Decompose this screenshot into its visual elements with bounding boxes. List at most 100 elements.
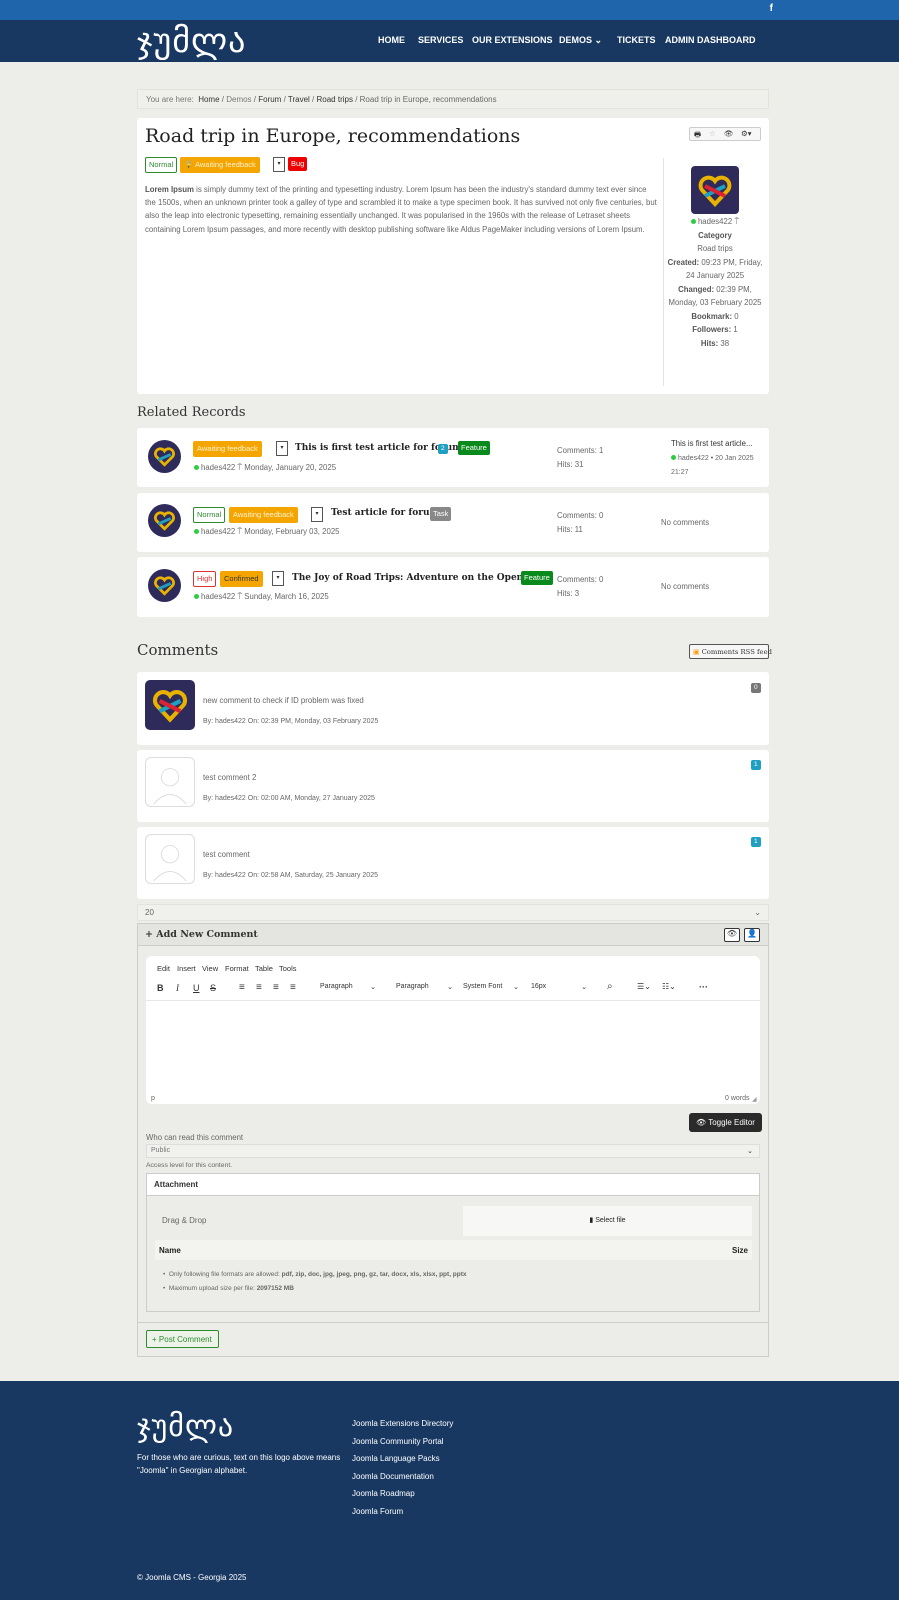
nav-home[interactable]: HOME [378, 35, 405, 45]
chevron-down-icon: ⌄ [754, 908, 761, 917]
settings-dropdown-icon[interactable]: ⚙▾ [741, 129, 752, 138]
comment-meta: By: hades422 On: 02:39 PM, Monday, 03 Fe… [203, 718, 379, 725]
eye-icon: 👁 [696, 1118, 707, 1127]
footer-link[interactable]: Joomla Language Packs [352, 1454, 440, 1463]
crumb-current: Road trip in Europe, recommendations [359, 95, 497, 104]
related-status[interactable]: Confirmed [220, 571, 263, 587]
breadcrumb: You are here: Home / Demos / Forum / Tra… [137, 89, 769, 109]
numbered-list-icon[interactable]: ☷⌄ [662, 982, 676, 991]
author-name[interactable]: hades422 [698, 217, 732, 226]
post-comment-button[interactable]: + Post Comment [146, 1330, 219, 1348]
eye-icon[interactable]: 👁 [724, 129, 734, 138]
bold-icon[interactable]: B [157, 983, 164, 993]
related-title[interactable]: Test article for forum [331, 508, 439, 518]
block-format-select[interactable]: Paragraph ⌄ [317, 981, 380, 994]
drag-drop-zone[interactable]: Drag & Drop [162, 1216, 206, 1225]
preview-eye-icon[interactable]: 👁 [724, 928, 740, 942]
print-icon[interactable]: 🖶 [694, 129, 701, 142]
comment-meta: By: hades422 On: 02:00 AM, Monday, 27 Ja… [203, 795, 375, 802]
author-avatar[interactable] [691, 166, 739, 214]
rss-feed-button[interactable]: ▣ Comments RSS feed [689, 644, 772, 659]
comment-count: 1 [751, 760, 761, 770]
category-link[interactable]: Road trips [665, 242, 765, 256]
align-center-icon[interactable]: ≡ [256, 982, 262, 993]
file-icon: ▮ [589, 1217, 594, 1224]
more-icon[interactable]: ··· [699, 982, 708, 992]
footer-link[interactable]: Joomla Extensions Directory [352, 1419, 453, 1428]
crumb-home[interactable]: Home [198, 95, 219, 104]
status-caret[interactable]: ▾ [273, 157, 285, 172]
commenter-avatar[interactable] [145, 680, 195, 730]
related-status[interactable]: Awaiting feedback [229, 507, 298, 523]
related-meta: hades422 ⍑ Monday, January 20, 2025 [194, 463, 336, 473]
related-title[interactable]: This is first test article for forum [295, 443, 462, 453]
menu-table[interactable]: Table [255, 964, 273, 973]
align-left-icon[interactable]: ≡ [239, 982, 245, 993]
comment-item [137, 672, 769, 745]
crumb-road-trips[interactable]: Road trips [317, 95, 353, 104]
access-select[interactable]: Public ⌄ [146, 1144, 760, 1158]
editor-content-area[interactable] [147, 1002, 759, 1090]
allowed-formats: • Only following file formats are allowe… [163, 1271, 467, 1278]
menu-tools[interactable]: Tools [279, 964, 297, 973]
nav-services[interactable]: SERVICES [418, 35, 463, 45]
menu-view[interactable]: View [202, 964, 218, 973]
online-dot [690, 219, 696, 224]
related-status-caret[interactable]: ▾ [272, 571, 284, 586]
facebook-icon[interactable]: f [770, 3, 773, 14]
related-title[interactable]: The Joy of Road Trips: Adventure on the … [292, 573, 552, 583]
nav-admin[interactable]: ADMIN DASHBOARD [665, 35, 756, 45]
crumb-travel[interactable]: Travel [288, 95, 310, 104]
bullet-list-icon[interactable]: ☰⌄ [637, 982, 651, 991]
divider [663, 158, 664, 386]
default-avatar[interactable] [145, 757, 195, 807]
article-toolbar: 🖶 ☆ 👁 ⚙▾ [689, 127, 761, 141]
rss-icon: ▣ [693, 648, 700, 656]
italic-icon[interactable]: I [176, 983, 179, 993]
related-avatar[interactable] [148, 504, 181, 537]
bookmark-icon[interactable]: ☆ [709, 129, 716, 138]
related-priority: High [193, 571, 217, 587]
footer-link[interactable]: Joomla Documentation [352, 1472, 434, 1481]
related-status-caret[interactable]: ▾ [311, 507, 323, 522]
user-settings-icon[interactable]: 👤 [744, 928, 760, 942]
related-status-caret[interactable]: ▾ [276, 441, 288, 456]
font-size-select[interactable]: 16px ⌄ [528, 981, 591, 994]
last-comment-title[interactable]: This is first test article... [671, 437, 752, 451]
related-status[interactable]: Awaiting feedback [193, 441, 262, 457]
resize-handle-icon[interactable]: ◢ [752, 1096, 757, 1103]
footer-link[interactable]: Joomla Roadmap [352, 1489, 415, 1498]
crumb-demos[interactable]: Demos [226, 95, 251, 104]
related-avatar[interactable] [148, 569, 181, 602]
type-badge: Feature [458, 441, 490, 455]
access-label: Who can read this comment [146, 1133, 244, 1142]
search-icon[interactable]: ⌕ [607, 981, 613, 992]
article-body: Lorem Ipsum is simply dummy text of the … [145, 185, 657, 234]
align-right-icon[interactable]: ≡ [273, 982, 279, 993]
nav-tickets[interactable]: TICKETS [617, 35, 656, 45]
paragraph-select[interactable]: Paragraph ⌄ [393, 981, 457, 994]
toggle-editor-button[interactable]: 👁 Toggle Editor [689, 1113, 762, 1132]
font-family-select[interactable]: System Font ⌄ [460, 981, 523, 994]
menu-format[interactable]: Format [225, 964, 249, 973]
menu-insert[interactable]: Insert [177, 964, 196, 973]
default-avatar[interactable] [145, 834, 195, 884]
related-avatar[interactable] [148, 440, 181, 473]
footer-logo[interactable]: ჯუმლა [137, 1408, 234, 1446]
status-badge[interactable]: 🔒 Awaiting feedback [180, 157, 260, 173]
comment-count: 1 [751, 837, 761, 847]
footer-link[interactable]: Joomla Forum [352, 1507, 403, 1516]
nav-demos[interactable]: DEMOS ⌄ [559, 35, 602, 46]
site-logo[interactable]: ჯუმლა [137, 22, 246, 60]
related-hits: Hits: 11 [557, 525, 583, 534]
strikethrough-icon[interactable]: S [210, 983, 216, 993]
align-justify-icon[interactable]: ≡ [290, 982, 296, 993]
select-file-button[interactable]: ▮ Select file [463, 1206, 752, 1236]
page-size-select[interactable]: 20 ⌄ [137, 904, 769, 921]
last-comment: No comments [661, 582, 710, 591]
underline-icon[interactable]: U [193, 983, 200, 993]
nav-extensions[interactable]: OUR EXTENSIONS [472, 35, 553, 45]
menu-edit[interactable]: Edit [157, 964, 170, 973]
crumb-forum[interactable]: Forum [258, 95, 281, 104]
footer-link[interactable]: Joomla Community Portal [352, 1437, 444, 1446]
